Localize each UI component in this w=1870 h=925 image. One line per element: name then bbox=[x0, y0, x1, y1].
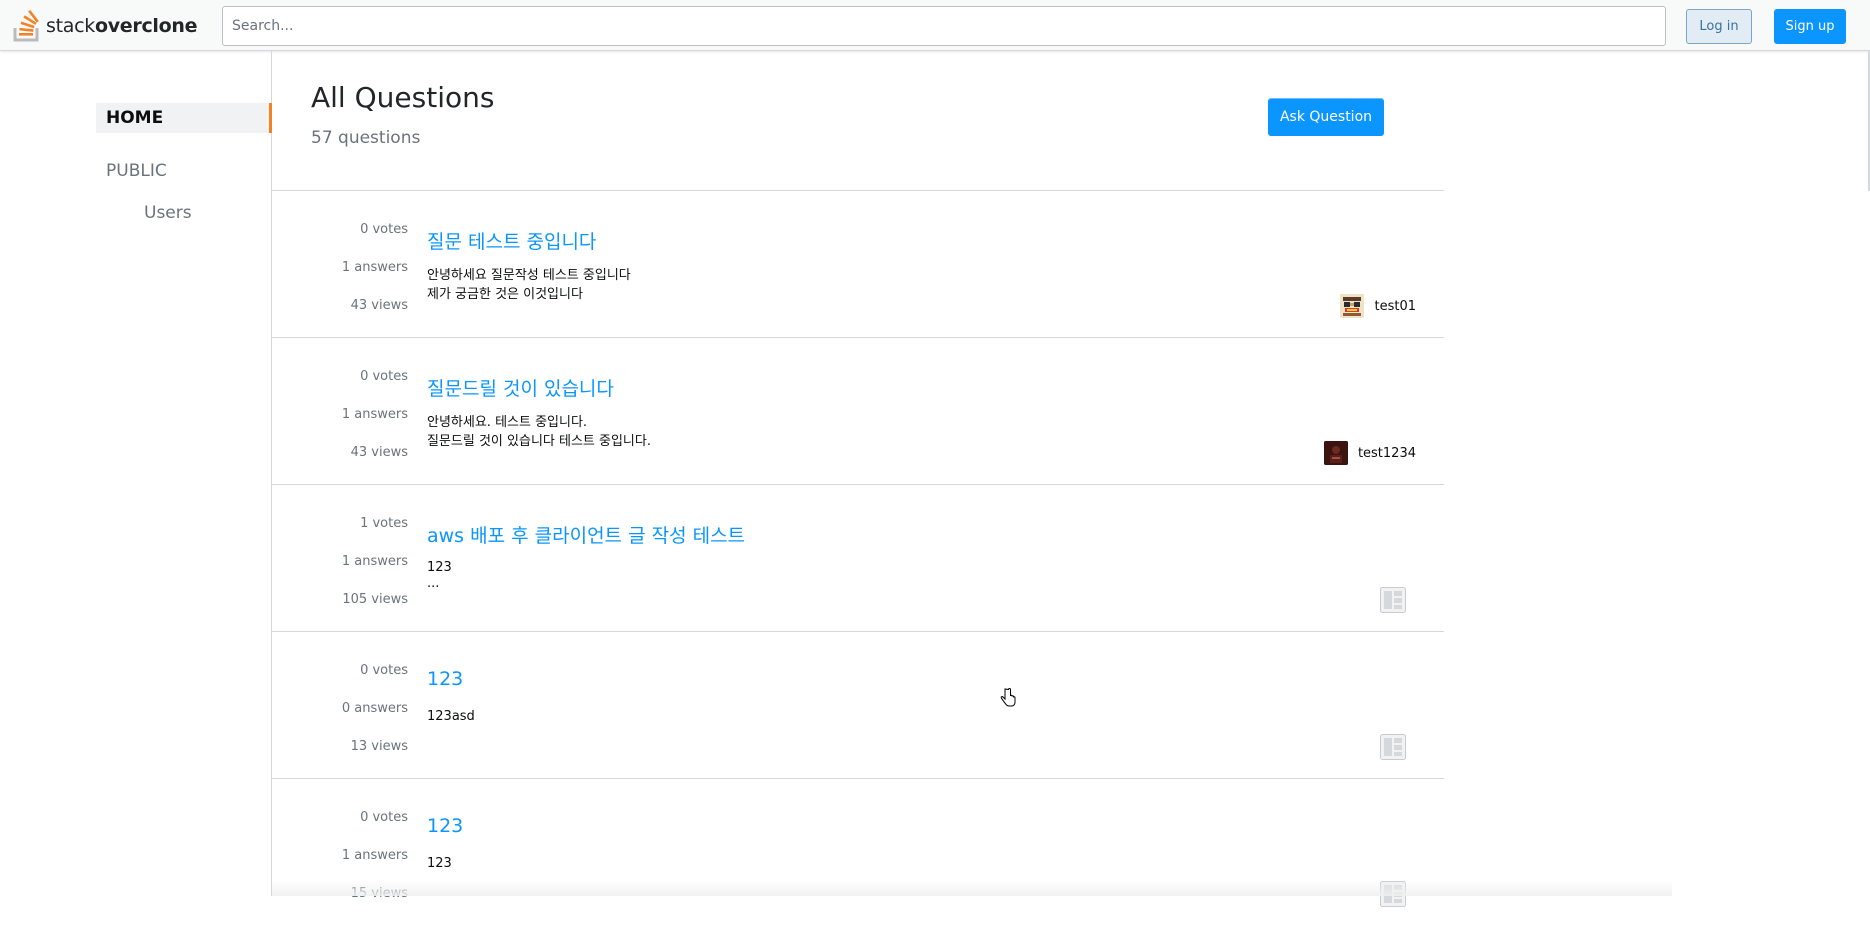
question-item: 0 votes 1 answers 43 views 질문 테스트 중입니다 안… bbox=[272, 190, 1444, 337]
ask-question-button[interactable]: Ask Question bbox=[1268, 98, 1384, 136]
view-count: 43 views bbox=[350, 445, 408, 460]
dark-photo-avatar-icon bbox=[1323, 441, 1348, 465]
hand-cursor-icon bbox=[1000, 688, 1016, 707]
view-count: 43 views bbox=[350, 298, 408, 313]
excerpt-line: 123asd bbox=[427, 709, 475, 724]
top-bar: stackoverclone Log in Sign up bbox=[0, 0, 1870, 51]
question-count: 57 questions bbox=[311, 128, 421, 148]
question-item: 1 votes 1 answers 105 views aws 배포 후 클라이… bbox=[272, 484, 1444, 631]
question-title-link[interactable]: 123 bbox=[427, 668, 463, 690]
view-count: 105 views bbox=[342, 592, 408, 607]
pixel-avatar-icon bbox=[1340, 294, 1365, 318]
view-count: 13 views bbox=[350, 739, 408, 754]
question-title-link[interactable]: 질문 테스트 중입니다 bbox=[427, 227, 596, 254]
question-item: 0 votes 1 answers 43 views 질문드릴 것이 있습니다 … bbox=[272, 337, 1444, 484]
logo-text-bold: overclone bbox=[94, 15, 198, 37]
question-title-link[interactable]: 질문드릴 것이 있습니다 bbox=[427, 374, 614, 401]
answer-count: 0 answers bbox=[341, 701, 408, 716]
excerpt-line: 안녕하세요 질문작성 테스트 중입니다 bbox=[427, 268, 631, 283]
vote-count: 1 votes bbox=[360, 516, 408, 531]
question-stats: 0 votes 1 answers 15 views bbox=[272, 809, 408, 923]
question-excerpt: 안녕하세요 질문작성 테스트 중입니다 제가 궁금한 것은 이것입니다 bbox=[427, 266, 631, 304]
excerpt-line: 안녕하세요. 테스트 중입니다. bbox=[427, 415, 588, 430]
nav-users[interactable]: Users bbox=[144, 203, 192, 223]
nav-public-heading: PUBLIC bbox=[106, 161, 167, 181]
question-excerpt: 123 bbox=[427, 854, 452, 873]
excerpt-line: 123 bbox=[427, 560, 452, 575]
default-avatar-icon[interactable] bbox=[1380, 587, 1406, 613]
vote-count: 0 votes bbox=[360, 810, 408, 825]
vote-count: 0 votes bbox=[360, 369, 408, 384]
logo[interactable]: stackoverclone bbox=[12, 8, 198, 44]
question-excerpt: 123asd bbox=[427, 707, 475, 726]
answer-count: 1 answers bbox=[341, 407, 408, 422]
question-item: 0 votes 1 answers 15 views 123 123 bbox=[272, 778, 1444, 925]
signup-button[interactable]: Sign up bbox=[1774, 9, 1846, 44]
question-excerpt: 안녕하세요. 테스트 중입니다. 질문드릴 것이 있습니다 테스트 중입니다. bbox=[427, 413, 651, 451]
vote-count: 0 votes bbox=[360, 663, 408, 678]
excerpt-line: ... bbox=[427, 576, 440, 591]
login-button[interactable]: Log in bbox=[1686, 9, 1752, 44]
question-list: 0 votes 1 answers 43 views 질문 테스트 중입니다 안… bbox=[272, 190, 1444, 925]
search-input[interactable] bbox=[222, 6, 1666, 46]
excerpt-line: 질문드릴 것이 있습니다 테스트 중입니다. bbox=[427, 434, 651, 449]
question-title-link[interactable]: 123 bbox=[427, 815, 463, 837]
author-name: test1234 bbox=[1357, 445, 1416, 461]
logo-text: stackoverclone bbox=[46, 15, 198, 37]
author-name: test01 bbox=[1374, 298, 1416, 314]
left-sidebar: HOME PUBLIC Users bbox=[0, 51, 272, 896]
page-title: All Questions bbox=[311, 81, 495, 114]
question-stats: 0 votes 1 answers 43 views bbox=[272, 368, 408, 482]
excerpt-line: 123 bbox=[427, 856, 452, 871]
scroll-fade bbox=[272, 880, 1672, 896]
nav-home[interactable]: HOME bbox=[96, 103, 272, 133]
question-stats: 1 votes 1 answers 105 views bbox=[272, 515, 408, 629]
excerpt-line: 제가 궁금한 것은 이것입니다 bbox=[427, 287, 583, 302]
answer-count: 1 answers bbox=[341, 260, 408, 275]
question-stats: 0 votes 0 answers 13 views bbox=[272, 662, 408, 776]
answer-count: 1 answers bbox=[341, 554, 408, 569]
logo-text-light: stack bbox=[46, 15, 95, 37]
question-author[interactable]: test1234 bbox=[1323, 441, 1416, 465]
vote-count: 0 votes bbox=[360, 222, 408, 237]
question-title-link[interactable]: aws 배포 후 클라이언트 글 작성 테스트 bbox=[427, 521, 745, 548]
question-excerpt: 123 ... bbox=[427, 560, 452, 592]
question-author[interactable]: test01 bbox=[1340, 294, 1416, 318]
default-avatar-icon[interactable] bbox=[1380, 734, 1406, 760]
stack-logo-icon bbox=[13, 9, 39, 42]
question-item: 0 votes 0 answers 13 views 123 123asd bbox=[272, 631, 1444, 778]
question-stats: 0 votes 1 answers 43 views bbox=[272, 221, 408, 335]
